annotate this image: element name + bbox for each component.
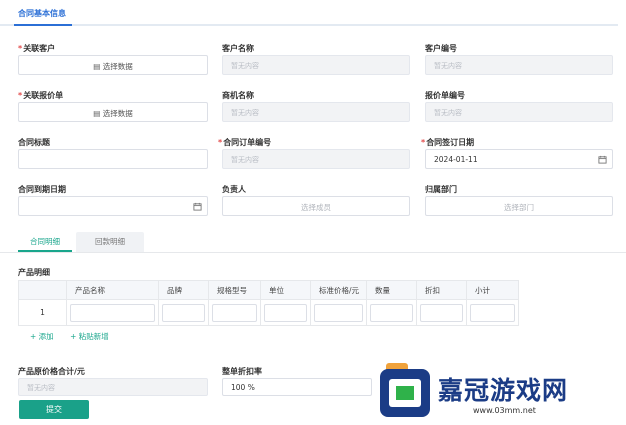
original-total-label: 产品原价格合计/元 bbox=[18, 367, 85, 376]
table-header-row: 产品名称 品牌 规格型号 单位 标准价格/元 数量 折扣 小计 bbox=[18, 280, 519, 300]
row-index: 1 bbox=[18, 299, 67, 326]
customer-no-field: 暂无内容 bbox=[425, 55, 613, 75]
related-quote-label: *关联报价单 bbox=[18, 91, 64, 100]
table-header-cell: 小计 bbox=[466, 280, 519, 300]
sign-date-label: *合同签订日期 bbox=[421, 138, 475, 147]
department-label: 归属部门 bbox=[425, 185, 457, 194]
watermark-logo bbox=[380, 363, 430, 417]
cell-input[interactable] bbox=[416, 299, 467, 326]
customer-name-label: 客户名称 bbox=[222, 44, 254, 53]
department-select[interactable]: 选择部门 bbox=[425, 196, 613, 216]
table-row: 1 bbox=[18, 299, 519, 326]
cell-input[interactable] bbox=[466, 299, 519, 326]
product-table: 产品名称 品牌 规格型号 单位 标准价格/元 数量 折扣 小计 1 bbox=[18, 280, 519, 326]
discount-label: 整单折扣率 bbox=[222, 367, 262, 376]
submit-button[interactable]: 提交 bbox=[19, 400, 89, 419]
paste-add-button[interactable]: + 粘贴新增 bbox=[70, 332, 109, 341]
quote-no-field: 暂无内容 bbox=[425, 102, 613, 122]
customer-name-field: 暂无内容 bbox=[222, 55, 410, 75]
original-total-field: 暂无内容 bbox=[18, 378, 208, 396]
owner-label: 负责人 bbox=[222, 185, 246, 194]
cell-input[interactable] bbox=[366, 299, 417, 326]
table-header-cell: 规格型号 bbox=[208, 280, 261, 300]
table-actions: + 添加 + 粘贴新增 bbox=[30, 331, 123, 342]
related-customer-select[interactable]: ▤ 选择数据 bbox=[18, 55, 208, 75]
table-header-cell: 品牌 bbox=[158, 280, 209, 300]
contract-order-no-label: *合同订单编号 bbox=[218, 138, 272, 147]
opportunity-name-field: 暂无内容 bbox=[222, 102, 410, 122]
watermark-brand: 嘉冠游戏网 bbox=[438, 376, 569, 405]
calendar-icon bbox=[598, 155, 607, 164]
table-header-cell: 产品名称 bbox=[66, 280, 159, 300]
table-header-cell: 单位 bbox=[260, 280, 311, 300]
opportunity-name-label: 商机名称 bbox=[222, 91, 254, 100]
contract-title-input[interactable] bbox=[18, 149, 208, 169]
table-header-cell: 标准价格/元 bbox=[310, 280, 367, 300]
watermark-url: www.03mm.net bbox=[473, 406, 536, 415]
tab-payment-detail[interactable]: 回款明细 bbox=[76, 232, 144, 252]
cell-input[interactable] bbox=[310, 299, 367, 326]
select-data-icon: ▤ bbox=[93, 109, 101, 118]
contract-order-no-field: 暂无内容 bbox=[222, 149, 410, 169]
add-row-button[interactable]: + 添加 bbox=[30, 332, 54, 341]
related-customer-label: *关联客户 bbox=[18, 44, 56, 53]
contract-title-label: 合同标题 bbox=[18, 138, 50, 147]
cell-input[interactable] bbox=[66, 299, 159, 326]
table-header-index bbox=[18, 280, 67, 300]
table-header-cell: 折扣 bbox=[416, 280, 467, 300]
tab-contract-detail[interactable]: 合同明细 bbox=[18, 232, 72, 252]
select-data-icon: ▤ bbox=[93, 62, 101, 71]
active-tab-indicator bbox=[14, 24, 72, 26]
cell-input[interactable] bbox=[208, 299, 261, 326]
form-tab-bar: 合同基本信息 bbox=[0, 0, 618, 26]
owner-select[interactable]: 选择成员 bbox=[222, 196, 410, 216]
expiry-date-label: 合同到期日期 bbox=[18, 185, 66, 194]
table-header-cell: 数量 bbox=[366, 280, 417, 300]
quote-no-label: 报价单编号 bbox=[425, 91, 465, 100]
related-quote-select[interactable]: ▤ 选择数据 bbox=[18, 102, 208, 122]
sign-date-picker[interactable]: 2024-01-11 bbox=[425, 149, 613, 169]
product-detail-title: 产品明细 bbox=[18, 268, 50, 277]
divider bbox=[0, 252, 626, 253]
tab-contract-basic-info[interactable]: 合同基本信息 bbox=[18, 8, 66, 19]
calendar-icon bbox=[193, 202, 202, 211]
expiry-date-picker[interactable] bbox=[18, 196, 208, 216]
discount-input[interactable]: 100 % bbox=[222, 378, 372, 396]
cell-input[interactable] bbox=[260, 299, 311, 326]
cell-input[interactable] bbox=[158, 299, 209, 326]
customer-no-label: 客户编号 bbox=[425, 44, 457, 53]
